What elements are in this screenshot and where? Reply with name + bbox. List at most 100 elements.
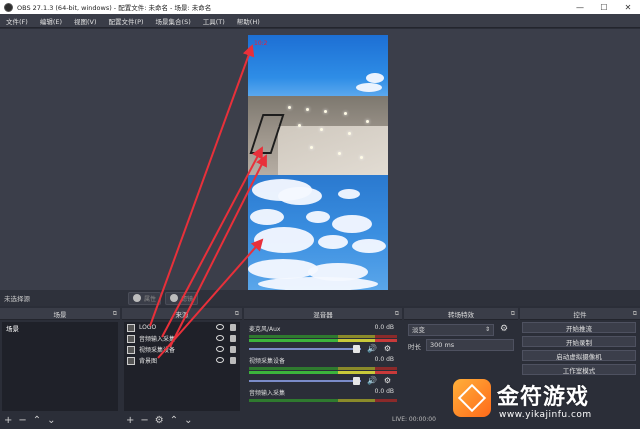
speaker-icon[interactable]: 🔊: [367, 344, 377, 353]
mixer-channel: 音频输入采集 0.0 dB: [246, 386, 400, 418]
properties-button[interactable]: 属性: [128, 291, 162, 305]
sources-toolbar: + − ⚙ ⌃ ⌄: [122, 413, 242, 429]
studio-mode-button[interactable]: 工作室模式: [522, 364, 636, 375]
scenes-toolbar: + − ⌃ ⌄: [0, 413, 120, 429]
no-source-selected-label: 未选择源: [4, 295, 30, 303]
camera-icon: [127, 345, 135, 354]
volume-control: 🔊 ⚙: [249, 376, 397, 385]
background-source-image: [248, 175, 388, 290]
start-virtual-camera-button[interactable]: 启动虚拟摄像机: [522, 350, 636, 361]
camera-source-image: [248, 96, 388, 175]
dock-float-icon[interactable]: ⧉: [113, 310, 117, 318]
window-title: OBS 27.1.3 (64-bit, windows) - 配置文件: 未命名…: [17, 4, 212, 12]
move-down-icon[interactable]: ⌄: [47, 416, 55, 426]
dock-float-icon[interactable]: ⧉: [235, 310, 239, 318]
volume-slider-handle[interactable]: [353, 377, 360, 385]
microphone-icon: [127, 334, 135, 343]
move-up-icon[interactable]: ⌃: [170, 416, 178, 426]
dock-float-icon[interactable]: ⧉: [633, 310, 637, 318]
volume-slider-track[interactable]: [249, 380, 361, 382]
dock-float-icon[interactable]: ⧉: [395, 310, 399, 318]
menu-edit[interactable]: 编辑(E): [34, 16, 68, 26]
level-meter: [249, 367, 397, 370]
start-streaming-button[interactable]: 开始推流: [522, 322, 636, 333]
start-recording-button[interactable]: 开始录制: [522, 336, 636, 347]
scenes-list[interactable]: 场景: [2, 322, 118, 411]
mixer-channels: 麦克风/Aux 0.0 dB 🔊 ⚙ 视频采集设备 0.0 dB 🔊 ⚙ 音频输…: [246, 322, 400, 429]
title-bar: OBS 27.1.3 (64-bit, windows) - 配置文件: 未命名…: [0, 0, 640, 14]
visibility-eye-icon[interactable]: [216, 335, 224, 341]
gear-icon[interactable]: ⚙: [384, 344, 391, 353]
cube-logo-icon: [453, 379, 491, 417]
dock-float-icon[interactable]: ⧉: [511, 310, 515, 318]
obs-logo-icon: [4, 2, 13, 12]
filter-icon: [170, 294, 179, 302]
minimize-button[interactable]: —: [568, 0, 592, 14]
transition-select[interactable]: 淡变 ⇕: [408, 324, 494, 336]
lock-icon[interactable]: [230, 324, 236, 331]
menu-profile[interactable]: 配置文件(P): [103, 16, 150, 26]
preview-canvas[interactable]: 10:2: [248, 35, 388, 290]
logo-overlay-text: 10:2: [254, 40, 268, 47]
add-source-icon[interactable]: +: [126, 416, 134, 426]
logo-source-image: 10:2: [248, 35, 388, 96]
menu-tools[interactable]: 工具(T): [197, 16, 231, 26]
move-up-icon[interactable]: ⌃: [33, 416, 41, 426]
level-meter: [249, 339, 397, 342]
scenes-dock: 场景 ⧉ 场景 + − ⌃ ⌄: [0, 308, 120, 429]
level-meter: [249, 371, 397, 374]
properties-bar: 未选择源 属性 滤镜: [0, 290, 640, 306]
volume-slider-track[interactable]: [249, 348, 361, 350]
image-icon: [127, 356, 135, 365]
transition-settings-gear-icon[interactable]: ⚙: [500, 324, 508, 334]
menu-view[interactable]: 视图(V): [68, 16, 103, 26]
sources-dock: 来源 ⧉ LOGO 音频输入采集 视频采集设备 背景图 + − ⚙ ⌃ ⌄: [122, 308, 242, 429]
duration-input[interactable]: 300 ms: [426, 339, 514, 351]
source-settings-gear-icon[interactable]: ⚙: [155, 416, 164, 426]
close-button[interactable]: ✕: [616, 0, 640, 14]
volume-control: 🔊 ⚙: [249, 344, 397, 353]
site-watermark: 金符游戏 www.yikajinfu.com: [445, 377, 640, 429]
scene-item[interactable]: 场景: [2, 322, 118, 334]
menu-bar: 文件(F) 编辑(E) 视图(V) 配置文件(P) 场景集合(S) 工具(T) …: [0, 14, 640, 28]
lock-icon[interactable]: [230, 335, 236, 342]
remove-source-icon[interactable]: −: [140, 416, 148, 426]
add-scene-icon[interactable]: +: [4, 416, 12, 426]
sources-list[interactable]: LOGO 音频输入采集 视频采集设备 背景图: [124, 322, 240, 411]
transitions-header: 转场特效 ⧉: [404, 308, 518, 320]
source-row[interactable]: 背景图: [124, 355, 240, 366]
channel-name: 音频输入采集: [249, 390, 286, 397]
obs-window: OBS 27.1.3 (64-bit, windows) - 配置文件: 未命名…: [0, 0, 640, 429]
window-controls: — ☐ ✕: [568, 0, 640, 14]
gear-icon: [133, 294, 141, 302]
maximize-button[interactable]: ☐: [592, 0, 616, 14]
controls-header: 控件 ⧉: [520, 308, 640, 320]
source-row[interactable]: 音频输入采集: [124, 333, 240, 344]
visibility-eye-icon[interactable]: [216, 324, 224, 330]
scenes-header: 场景 ⧉: [0, 308, 120, 320]
level-meter: [249, 335, 397, 338]
lock-icon[interactable]: [230, 346, 236, 353]
channel-db: 0.0 dB: [374, 324, 394, 331]
speaker-icon[interactable]: 🔊: [367, 376, 377, 385]
lock-icon[interactable]: [230, 357, 236, 364]
move-down-icon[interactable]: ⌄: [184, 416, 192, 426]
menu-file[interactable]: 文件(F): [0, 16, 34, 26]
filters-button[interactable]: 滤镜: [165, 291, 199, 305]
preview-area[interactable]: 10:2: [0, 29, 640, 290]
channel-db: 0.0 dB: [374, 356, 394, 363]
mixer-channel: 视频采集设备 0.0 dB 🔊 ⚙: [246, 354, 400, 386]
menu-help[interactable]: 帮助(H): [231, 16, 266, 26]
visibility-eye-icon[interactable]: [216, 357, 224, 363]
live-timer: LIVE: 00:00:00: [392, 416, 436, 423]
menu-scene-collection[interactable]: 场景集合(S): [150, 16, 197, 26]
source-row[interactable]: 视频采集设备: [124, 344, 240, 355]
watermark-title: 金符游戏: [497, 385, 590, 410]
visibility-eye-icon[interactable]: [216, 346, 224, 352]
mixer-channel: 麦克风/Aux 0.0 dB 🔊 ⚙: [246, 322, 400, 354]
gear-icon[interactable]: ⚙: [384, 376, 391, 385]
source-row[interactable]: LOGO: [124, 322, 240, 333]
volume-slider-handle[interactable]: [353, 345, 360, 353]
chevron-down-icon: ⇕: [484, 326, 490, 333]
remove-scene-icon[interactable]: −: [18, 416, 26, 426]
